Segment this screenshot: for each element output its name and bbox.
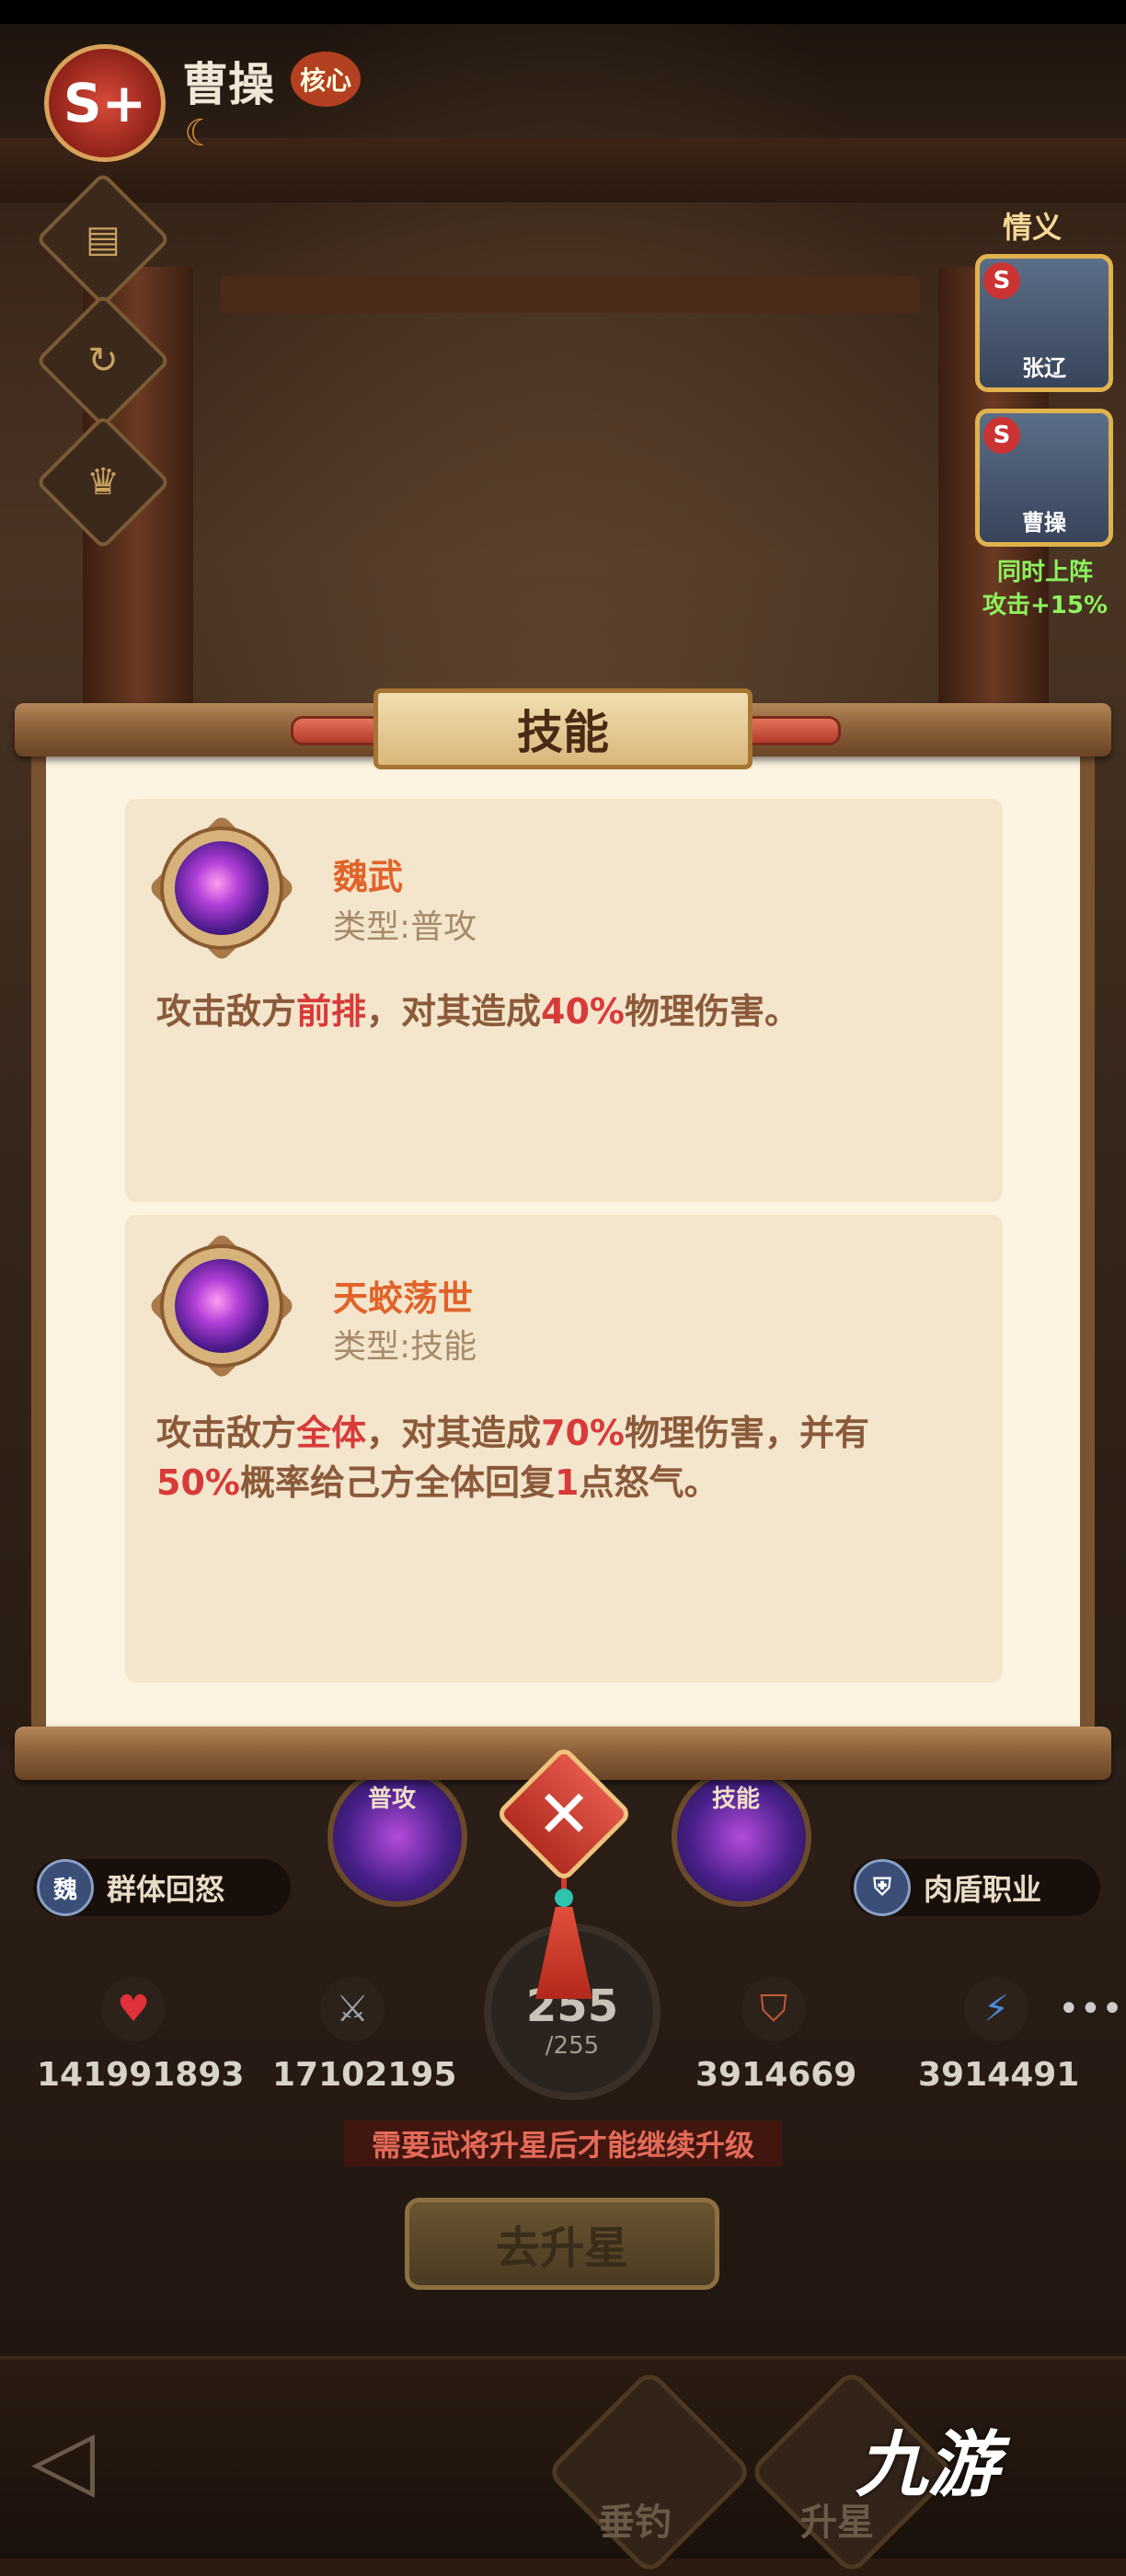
skill-desc-text: ，对其造成 [366,1413,542,1453]
slash-icon [175,841,269,935]
refresh-icon: ↻ [87,340,119,382]
faction-pill-label: 群体回怒 [107,1872,225,1907]
bond-note-line: 攻击+15% [982,592,1109,619]
bond-bonus-note: 同时上阵 攻击+15% [971,556,1119,622]
temple-beam [0,138,1126,202]
wei-faction-icon: 魏 [37,1859,94,1916]
stat-magic-resist: 3914491 [918,2056,1080,2094]
skill-name: 天蛟荡世 [333,1278,474,1319]
stat-hp: 141991893 [37,2056,245,2094]
costume-icon: ♛ [86,461,120,503]
skill-desc-highlight: 1 [554,1462,580,1503]
chest-icon: ▤ [86,218,121,260]
skill-desc-text: 概率给己方全体回复 [239,1462,555,1503]
faction-pill[interactable]: 魏 群体回怒 [33,1859,291,1916]
stat-attack: 17102195 [272,2056,457,2094]
swords-icon: ⚔ [320,1977,385,2041]
bond-member-name: 曹操 [1022,510,1066,536]
skill-desc-text: ，对其造成 [366,991,542,1032]
bond-member-card[interactable]: S 曹操 [975,409,1113,547]
skill-description: 攻击敌方前排，对其造成40%物理伤害。 [156,987,948,1036]
skill-orb-label: 普攻 [368,1785,417,1813]
rank-s-icon: S [983,262,1020,299]
heart-icon: ♥ [101,1977,166,2041]
stat-armor: 3914669 [695,2056,857,2094]
status-bar [0,0,1126,24]
more-icon[interactable]: ••• [1058,1988,1123,2030]
tank-role-icon: ⛨ [854,1859,911,1916]
nav-label: 垂钓 [598,2501,672,2544]
skill-icon[interactable] [147,1231,296,1380]
bond-note-line: 同时上阵 [996,559,1093,586]
moon-icon: ☾ [184,112,217,155]
skill-desc-text: 攻击敌方 [156,1413,297,1453]
skill-desc-highlight: 70% [541,1413,626,1453]
tassel-bead [555,1889,573,1907]
bond-title: 情义 [1003,210,1063,245]
skill-icon[interactable] [147,814,296,963]
bond-member-name: 张辽 [1022,355,1066,381]
bond-member-card[interactable]: S 张辽 [975,254,1113,392]
skill-desc-highlight: 前排 [296,991,367,1032]
panel-title: 技能 [517,706,609,759]
role-pill[interactable]: ⛨ 肉盾职业 [850,1859,1100,1916]
temple-lintel [221,276,920,313]
dragon-icon [175,1259,269,1353]
skill-desc-highlight: 40% [541,991,626,1032]
skill-name: 魏武 [333,857,404,897]
panel-title-plate: 技能 [373,688,753,769]
skill-desc-highlight: 全体 [296,1413,367,1453]
skill-desc-text: 攻击敌方 [156,991,297,1032]
upgrade-warning: 需要武将升星后才能继续升级 [344,2120,782,2166]
back-arrow-icon[interactable]: ◁ [31,2411,142,2508]
rank-s-icon: S [983,417,1020,454]
level-max: /255 [545,2032,600,2060]
rank-badge: S+ [44,44,166,162]
skill-desc-highlight: 50% [156,1462,240,1503]
role-pill-label: 肉盾职业 [924,1872,1042,1907]
shield-bolt-icon: ⚡ [964,1977,1028,2041]
close-icon[interactable]: ✕ [515,1765,613,1863]
skill-description: 攻击敌方全体，对其造成70%物理伤害，并有 50%概率给己方全体回复1点怒气。 [156,1408,948,1507]
go-star-up-button[interactable]: 去升星 [405,2198,719,2290]
hero-name: 曹操 [182,58,274,111]
skill-orb-label: 技能 [712,1785,761,1813]
watermark-logo: 九游 [856,2424,1000,2507]
shield-icon: ⛉ [741,1977,806,2041]
skill-desc-text: 点怒气。 [579,1462,719,1503]
skill-desc-text: 物理伤害，并有 [625,1413,870,1453]
core-tag: 核心 [291,52,361,107]
skill-type: 类型:普攻 [333,908,477,946]
skill-desc-text: 物理伤害。 [625,991,800,1032]
skill-type: 类型:技能 [333,1328,477,1366]
